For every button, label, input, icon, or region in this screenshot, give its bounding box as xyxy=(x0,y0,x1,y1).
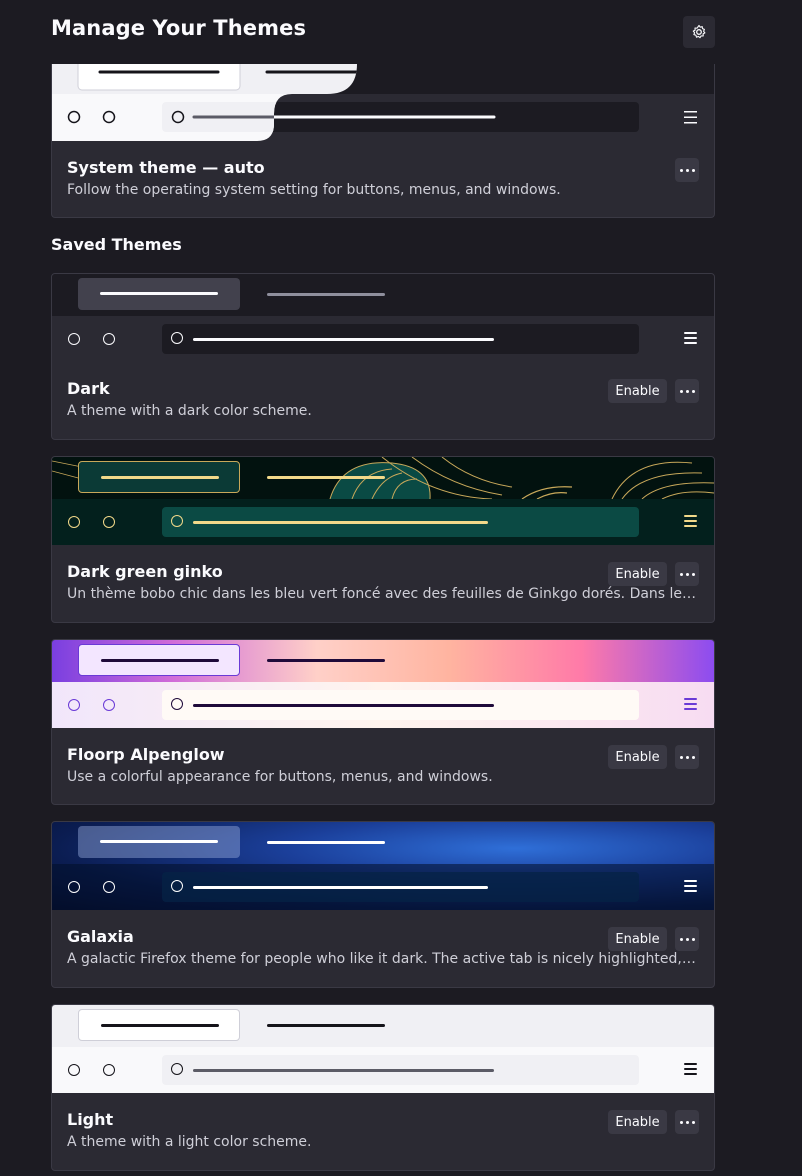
gear-icon xyxy=(692,24,706,39)
theme-card-dark-green-ginko[interactable]: Dark green ginko Un thème bobo chic dans… xyxy=(51,456,715,623)
theme-description: Follow the operating system setting for … xyxy=(67,182,561,198)
theme-card-light[interactable]: Light A theme with a light color scheme.… xyxy=(51,1004,715,1171)
more-options-button[interactable] xyxy=(675,562,699,586)
theme-name: Dark green ginko xyxy=(67,562,223,581)
menu-icon xyxy=(684,332,697,345)
active-theme-card[interactable]: System theme — auto Follow the operating… xyxy=(51,64,715,218)
theme-name: System theme — auto xyxy=(67,158,265,177)
theme-description: A galactic Firefox theme for people who … xyxy=(67,951,699,967)
theme-description: A theme with a dark color scheme. xyxy=(67,403,312,419)
more-options-button[interactable] xyxy=(675,927,699,951)
section-title: Saved Themes xyxy=(51,235,182,254)
theme-name: Galaxia xyxy=(67,927,134,946)
enable-button[interactable]: Enable xyxy=(608,745,667,769)
theme-preview xyxy=(52,457,714,545)
theme-preview xyxy=(52,822,714,910)
theme-name: Floorp Alpenglow xyxy=(67,745,225,764)
enable-button[interactable]: Enable xyxy=(608,927,667,951)
system-theme-split-preview xyxy=(52,64,714,141)
theme-description: Use a colorful appearance for buttons, m… xyxy=(67,769,493,785)
theme-name: Light xyxy=(67,1110,114,1129)
theme-card-floorp-alpenglow[interactable]: Floorp Alpenglow Use a colorful appearan… xyxy=(51,639,715,805)
settings-button[interactable] xyxy=(683,16,715,48)
theme-description: A theme with a light color scheme. xyxy=(67,1134,312,1150)
theme-card-galaxia[interactable]: Galaxia A galactic Firefox theme for peo… xyxy=(51,821,715,988)
more-options-button[interactable] xyxy=(675,1110,699,1134)
enable-button[interactable]: Enable xyxy=(608,562,667,586)
menu-icon xyxy=(684,880,697,893)
enable-button[interactable]: Enable xyxy=(608,379,667,403)
theme-preview xyxy=(52,1005,714,1093)
theme-preview xyxy=(52,64,714,141)
theme-preview xyxy=(52,274,714,362)
menu-icon xyxy=(684,515,697,528)
theme-description: Un thème bobo chic dans les bleu vert fo… xyxy=(67,586,699,602)
menu-icon xyxy=(684,1063,697,1076)
enable-button[interactable]: Enable xyxy=(608,1110,667,1134)
theme-name: Dark xyxy=(67,379,110,398)
more-options-button[interactable] xyxy=(675,158,699,182)
page-title: Manage Your Themes xyxy=(51,16,307,40)
more-options-button[interactable] xyxy=(675,379,699,403)
more-options-button[interactable] xyxy=(675,745,699,769)
menu-icon xyxy=(684,698,697,711)
theme-card-dark[interactable]: Dark A theme with a dark color scheme. E… xyxy=(51,273,715,440)
theme-preview xyxy=(52,640,714,728)
